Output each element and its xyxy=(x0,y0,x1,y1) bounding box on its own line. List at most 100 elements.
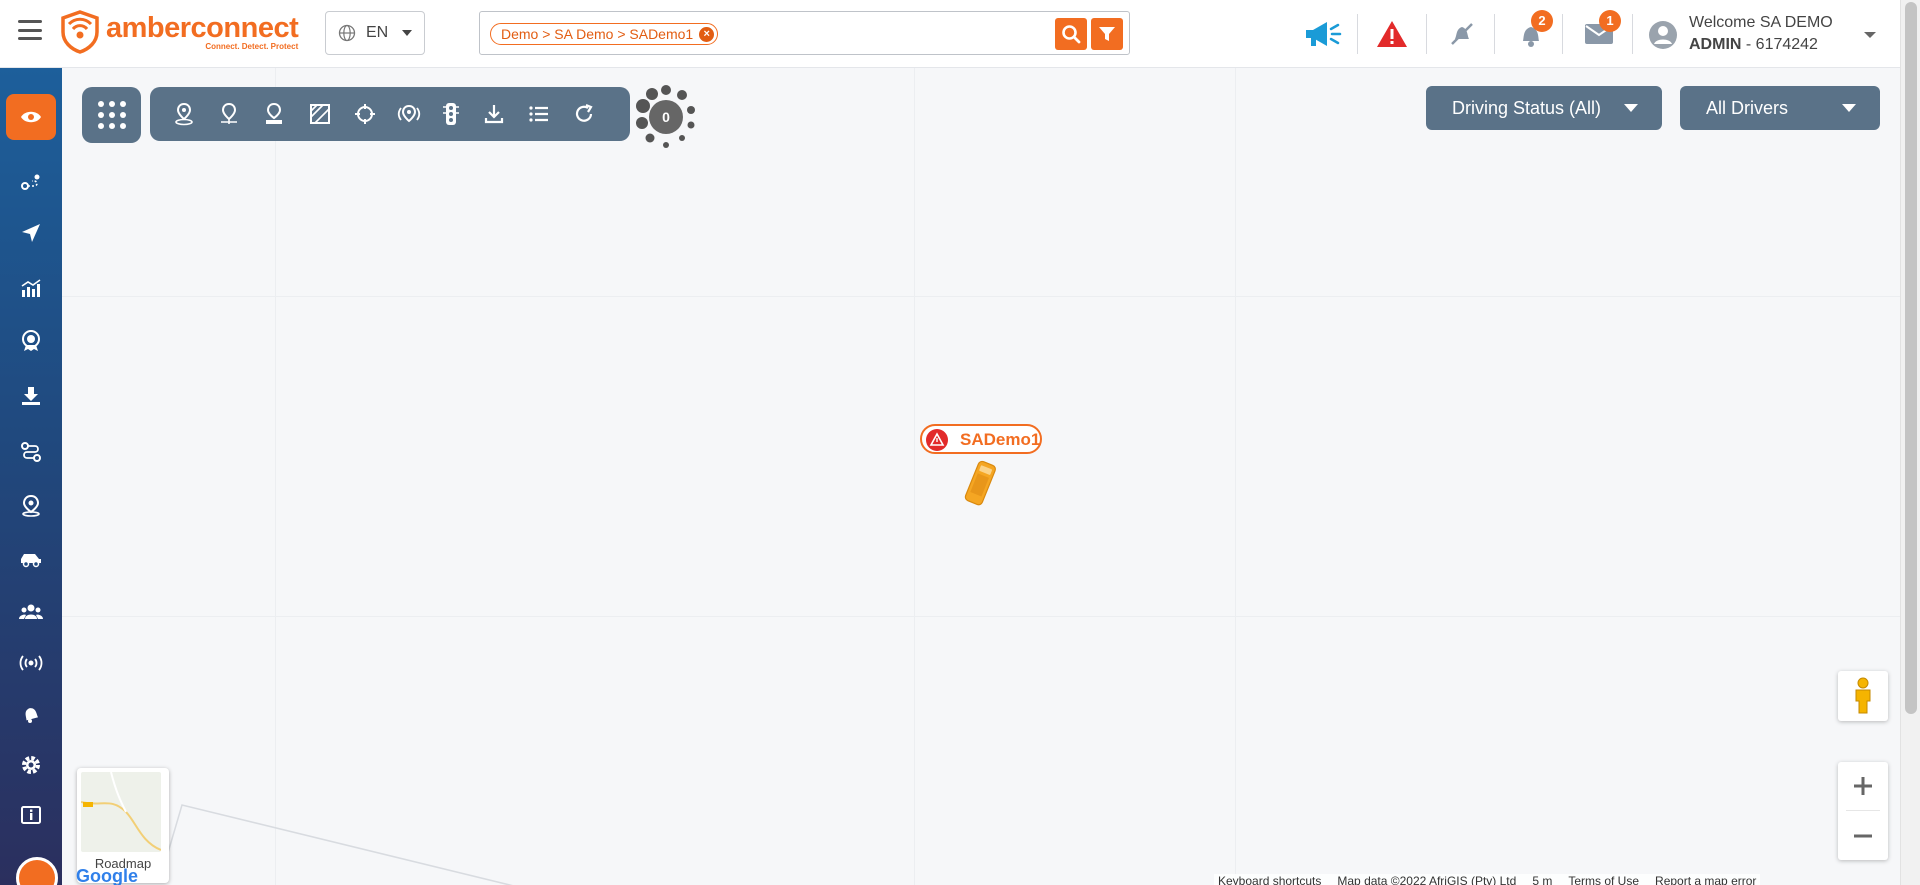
map-area-icon xyxy=(310,104,330,124)
driving-status-label: Driving Status (All) xyxy=(1452,97,1602,118)
alerts-button[interactable] xyxy=(1372,14,1412,54)
crosshair-icon xyxy=(355,104,375,124)
sidebar-item-analytics[interactable] xyxy=(6,265,56,311)
pin-add-icon xyxy=(221,102,237,124)
sidebar-item-downloads[interactable] xyxy=(6,373,56,419)
list-tool[interactable] xyxy=(525,100,553,128)
map-scale[interactable]: 5 m xyxy=(1532,874,1552,885)
bell-icon xyxy=(25,708,39,723)
logo[interactable]: amberconnect Connect. Detect. Protect xyxy=(60,8,299,56)
user-role: ADMIN xyxy=(1689,36,1742,53)
driving-status-dropdown[interactable]: Driving Status (All) xyxy=(1426,86,1662,130)
map-attribution: Keyboard shortcuts Map data ©2022 AfriGI… xyxy=(1214,874,1761,885)
map-canvas[interactable]: 0 Driving Status (All) All Drivers SADem… xyxy=(62,68,1900,885)
vehicle-label: SADemo1 xyxy=(920,424,1042,454)
menu-icon[interactable] xyxy=(18,20,42,40)
search-icon xyxy=(1062,25,1081,44)
sidebar-item-info[interactable] xyxy=(6,792,56,838)
pin-add-tool[interactable] xyxy=(215,100,243,128)
sidebar-item-vehicles[interactable] xyxy=(6,537,56,583)
map-toolbar xyxy=(150,87,630,141)
messages-badge: 1 xyxy=(1599,10,1621,32)
download-icon xyxy=(22,387,40,405)
locate-tool[interactable] xyxy=(351,100,379,128)
download-tool[interactable] xyxy=(480,100,508,128)
vehicle-name: SADemo1 xyxy=(960,430,1041,449)
terms-link[interactable]: Terms of Use xyxy=(1568,874,1639,885)
pin-tool[interactable] xyxy=(170,100,198,128)
sidebar-item-users[interactable] xyxy=(6,589,56,635)
vehicle-marker[interactable]: SADemo1 xyxy=(920,424,1046,516)
sidebar-item-alerts[interactable] xyxy=(6,691,56,737)
map-data-text: Map data ©2022 AfriGIS (Pty) Ltd xyxy=(1337,874,1517,885)
search-box[interactable]: Demo > SA Demo > SADemo1 × xyxy=(479,11,1130,55)
notifications-badge: 2 xyxy=(1531,10,1553,32)
megaphone-icon xyxy=(1306,22,1342,46)
logo-name: amberconnect xyxy=(106,11,299,44)
user-account: ADMIN - 6174242 xyxy=(1689,36,1818,54)
street-view-button[interactable] xyxy=(1838,671,1888,721)
vehicle-icon xyxy=(21,554,41,568)
sidebar-item-settings[interactable] xyxy=(6,742,56,788)
user-menu[interactable]: Welcome SA DEMO ADMIN - 6174242 xyxy=(1648,10,1888,58)
sidebar-item-signal[interactable] xyxy=(6,640,56,686)
eye-icon xyxy=(21,111,41,123)
notifications-button[interactable]: 2 xyxy=(1511,10,1553,54)
globe-icon xyxy=(338,24,356,42)
search-button[interactable] xyxy=(1055,18,1087,50)
keyboard-shortcuts-link[interactable]: Keyboard shortcuts xyxy=(1218,874,1321,885)
logo-tagline: Connect. Detect. Protect xyxy=(205,41,299,51)
list-icon xyxy=(529,106,548,122)
close-icon[interactable]: × xyxy=(699,27,715,42)
gear-icon xyxy=(22,756,40,774)
top-bar: amberconnect Connect. Detect. Protect EN… xyxy=(0,0,1920,68)
report-error-link[interactable]: Report a map error xyxy=(1655,874,1756,885)
sidebar-item-live-view[interactable] xyxy=(6,94,56,140)
welcome-text: Welcome SA DEMO xyxy=(1689,14,1833,31)
drivers-label: All Drivers xyxy=(1706,97,1789,118)
zoom-in-button[interactable] xyxy=(1838,762,1888,810)
traffic-tool[interactable] xyxy=(437,100,465,128)
announcement-button[interactable] xyxy=(1303,14,1343,54)
filter-icon xyxy=(1099,27,1115,41)
map-area-tool[interactable] xyxy=(306,100,334,128)
geofence-icon xyxy=(397,104,421,123)
search-chip[interactable]: Demo > SA Demo > SADemo1 × xyxy=(490,23,719,45)
geofence-tool[interactable] xyxy=(395,100,423,128)
apps-grid-button[interactable] xyxy=(82,87,141,143)
signal-icon xyxy=(19,655,43,671)
page-scrollbar[interactable] xyxy=(1900,0,1920,885)
user-avatar-icon xyxy=(1649,21,1677,49)
sidebar-item-locations[interactable] xyxy=(6,483,56,529)
sidebar-item-navigation[interactable] xyxy=(6,210,56,256)
language-select[interactable]: EN xyxy=(325,11,425,55)
filter-button[interactable] xyxy=(1091,18,1123,50)
mute-button[interactable] xyxy=(1442,14,1482,54)
chevron-down-icon xyxy=(402,30,412,36)
chevron-down-icon xyxy=(1842,104,1856,112)
pin-user-tool[interactable] xyxy=(260,100,288,128)
pin-icon xyxy=(175,102,193,126)
chat-button[interactable] xyxy=(16,857,58,885)
sidebar xyxy=(0,68,62,885)
cluster-indicator[interactable]: 0 xyxy=(630,82,702,154)
zoom-control xyxy=(1838,762,1888,860)
refresh-icon xyxy=(575,103,593,122)
sidebar-item-trips[interactable] xyxy=(6,429,56,475)
sidebar-item-routes[interactable] xyxy=(6,159,56,205)
drivers-dropdown[interactable]: All Drivers xyxy=(1680,86,1880,130)
language-value: EN xyxy=(366,24,389,41)
pegman-icon xyxy=(1855,677,1871,714)
scrollbar-thumb[interactable] xyxy=(1905,2,1917,714)
sidebar-item-awards[interactable] xyxy=(6,318,56,364)
cluster-count: 0 xyxy=(662,109,670,125)
messages-button[interactable]: 1 xyxy=(1579,10,1621,54)
analytics-icon xyxy=(21,279,41,297)
route-icon xyxy=(21,174,40,190)
pin-user-icon xyxy=(266,102,282,124)
zoom-out-button[interactable] xyxy=(1838,812,1888,860)
refresh-tool[interactable] xyxy=(570,100,598,128)
search-chip-label: Demo > SA Demo > SADemo1 xyxy=(501,26,694,42)
traffic-light-icon xyxy=(443,103,459,125)
chevron-down-icon xyxy=(1864,32,1876,38)
